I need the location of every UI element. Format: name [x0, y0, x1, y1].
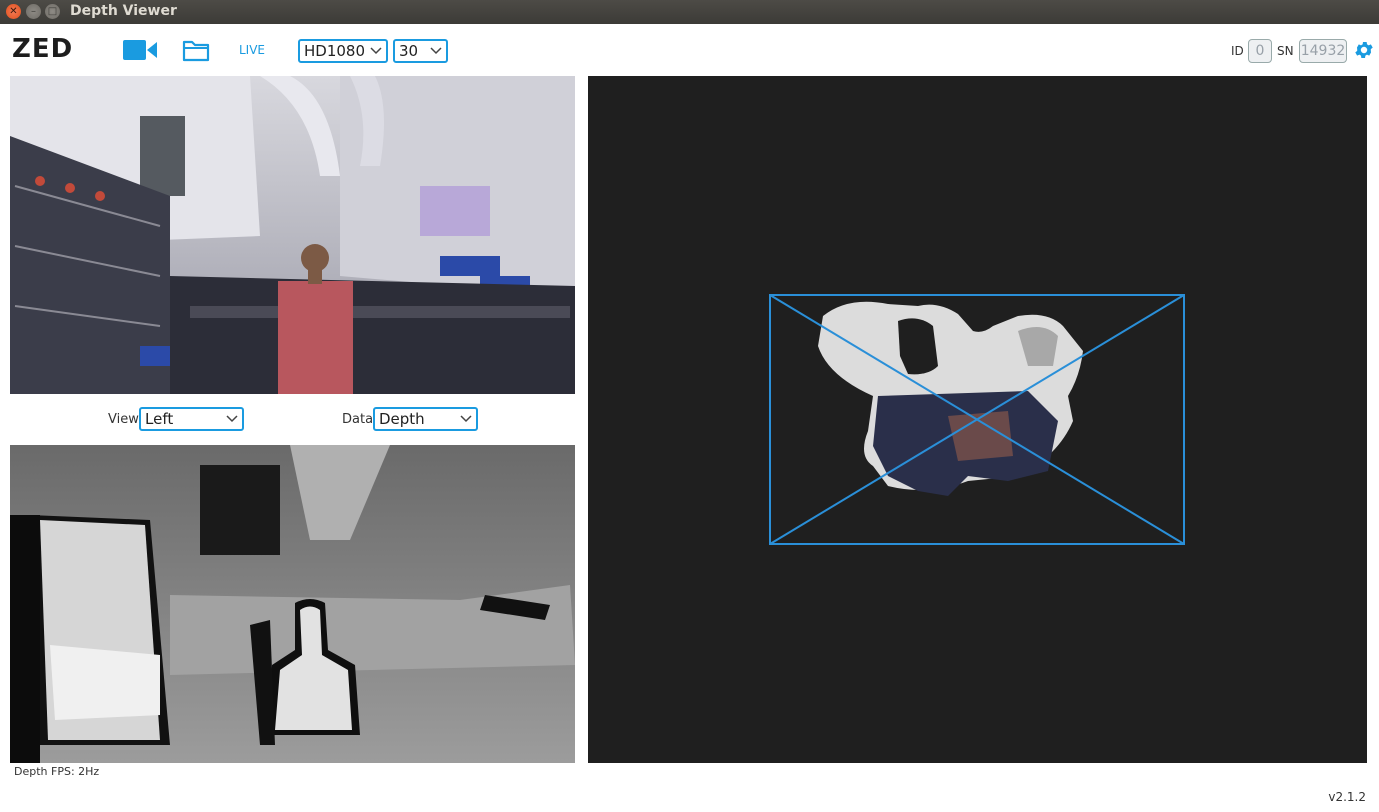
- zed-logo: ZED: [12, 34, 74, 64]
- point-cloud-view[interactable]: [588, 76, 1367, 763]
- data-select[interactable]: Depth: [373, 407, 478, 431]
- sn-label: SN: [1277, 44, 1294, 58]
- view-label: View: [108, 412, 139, 427]
- chevron-down-icon: [460, 415, 472, 423]
- data-label: Data: [342, 412, 374, 427]
- window-title: Depth Viewer: [70, 3, 177, 19]
- resolution-select[interactable]: HD1080: [298, 39, 388, 63]
- gear-icon[interactable]: [1353, 39, 1375, 61]
- left-camera-view: [10, 76, 575, 394]
- resolution-value: HD1080: [304, 42, 366, 60]
- chevron-down-icon: [430, 47, 442, 55]
- minimize-icon[interactable]: –: [26, 4, 41, 19]
- folder-icon[interactable]: [182, 38, 210, 62]
- chevron-down-icon: [226, 415, 238, 423]
- camera-icon[interactable]: [122, 38, 158, 62]
- depth-fps-status: Depth FPS: 2Hz: [14, 765, 100, 778]
- close-icon[interactable]: ✕: [6, 4, 21, 19]
- version-label: v2.1.2: [1328, 790, 1366, 804]
- depth-image: [10, 445, 575, 763]
- fps-select[interactable]: 30: [393, 39, 448, 63]
- id-label: ID: [1231, 44, 1244, 58]
- id-field[interactable]: 0: [1248, 39, 1272, 63]
- camera-image: [10, 76, 575, 394]
- view-select[interactable]: Left: [139, 407, 244, 431]
- chevron-down-icon: [370, 47, 382, 55]
- view-value: Left: [145, 410, 174, 428]
- fps-value: 30: [399, 42, 419, 60]
- title-bar: ✕ – □ Depth Viewer: [0, 0, 1379, 24]
- depth-map-view: [10, 445, 575, 763]
- sn-field[interactable]: 14932: [1299, 39, 1347, 63]
- live-button[interactable]: LIVE: [239, 43, 265, 57]
- maximize-icon[interactable]: □: [45, 4, 60, 19]
- point-cloud-canvas[interactable]: [588, 76, 1367, 763]
- data-value: Depth: [379, 410, 425, 428]
